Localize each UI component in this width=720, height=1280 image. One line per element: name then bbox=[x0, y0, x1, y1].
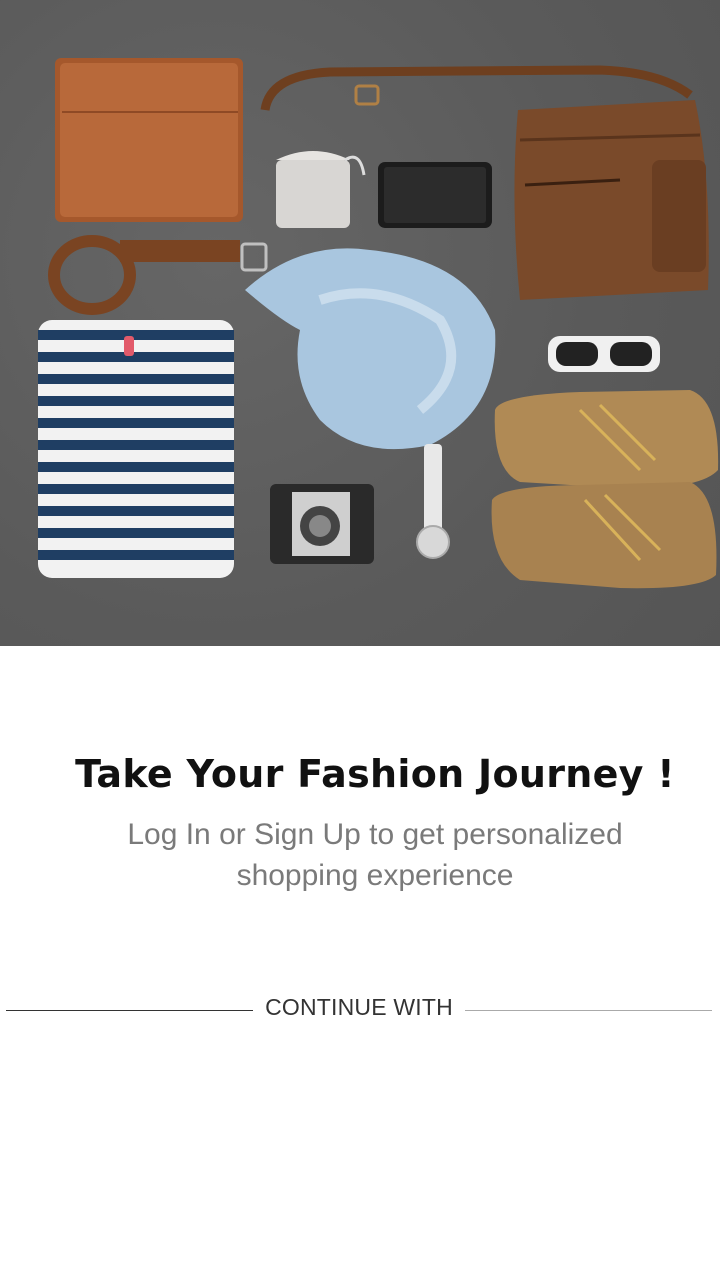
subtitle-line-2: shopping experience bbox=[236, 859, 514, 892]
camera-icon bbox=[270, 484, 374, 564]
leather-folio-icon bbox=[55, 58, 243, 222]
divider-line-right bbox=[465, 1010, 712, 1011]
sunglasses-icon bbox=[548, 336, 660, 372]
watch-icon bbox=[416, 444, 450, 559]
belt-icon bbox=[48, 235, 268, 315]
divider-label: CONTINUE WITH bbox=[265, 994, 453, 1020]
striped-shirt-icon bbox=[38, 320, 234, 578]
flat-lay-illustration bbox=[38, 58, 719, 589]
page-subtitle: Log In or Sign Up to get personalized sh… bbox=[0, 814, 720, 896]
phone-icon bbox=[378, 162, 492, 228]
scarf-icon bbox=[245, 248, 496, 450]
shoulder-bag-icon bbox=[514, 100, 709, 300]
boots-icon bbox=[491, 390, 719, 589]
subtitle-line-1: Log In or Sign Up to get personalized bbox=[127, 818, 623, 851]
continue-with-divider: CONTINUE WITH bbox=[0, 990, 720, 1030]
pouch-icon bbox=[276, 151, 366, 228]
hero-image bbox=[0, 0, 720, 646]
divider-line-left bbox=[6, 1010, 253, 1011]
page-title: Take Your Fashion Journey ! bbox=[75, 752, 675, 796]
